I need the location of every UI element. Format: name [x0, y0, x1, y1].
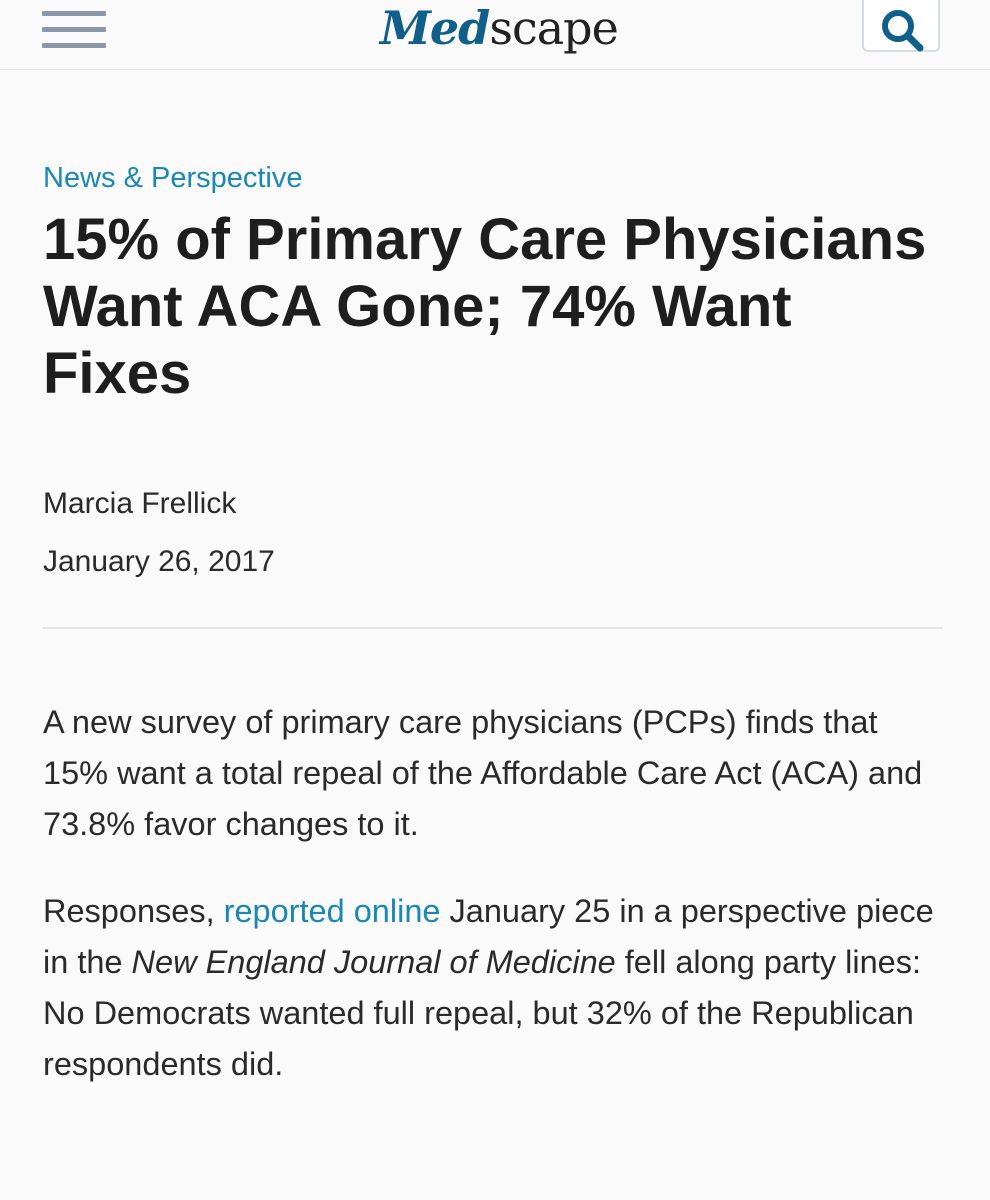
menu-line: [42, 43, 106, 48]
top-navigation-bar: Medscape: [0, 0, 990, 70]
menu-line: [42, 11, 106, 16]
byline: Marcia Frellick January 26, 2017: [43, 475, 943, 591]
logo-med: Med: [380, 1, 490, 55]
journal-name: New England Journal of Medicine: [131, 944, 616, 980]
divider: [43, 627, 943, 629]
paragraph: A new survey of primary care physicians …: [43, 704, 923, 842]
article-body: A new survey of primary care physicians …: [43, 697, 943, 1090]
logo-scape: scape: [489, 1, 618, 55]
menu-line: [42, 27, 106, 32]
article: News & Perspective 15% of Primary Care P…: [43, 150, 943, 1126]
paragraph-text: Responses,: [43, 893, 224, 929]
author-name: Marcia Frellick: [43, 487, 237, 520]
publish-date: January 26, 2017: [43, 545, 275, 578]
medscape-logo[interactable]: Medscape: [380, 0, 619, 58]
paragraph: Responses, reported online January 25 in…: [43, 886, 943, 1090]
search-icon: [882, 10, 924, 52]
section-kicker-link[interactable]: News & Perspective: [43, 150, 943, 206]
reported-online-link[interactable]: reported online: [224, 893, 441, 929]
hamburger-menu-icon[interactable]: [42, 6, 108, 52]
article-headline: 15% of Primary Care Physicians Want ACA …: [43, 207, 927, 406]
search-button[interactable]: [862, 0, 940, 52]
